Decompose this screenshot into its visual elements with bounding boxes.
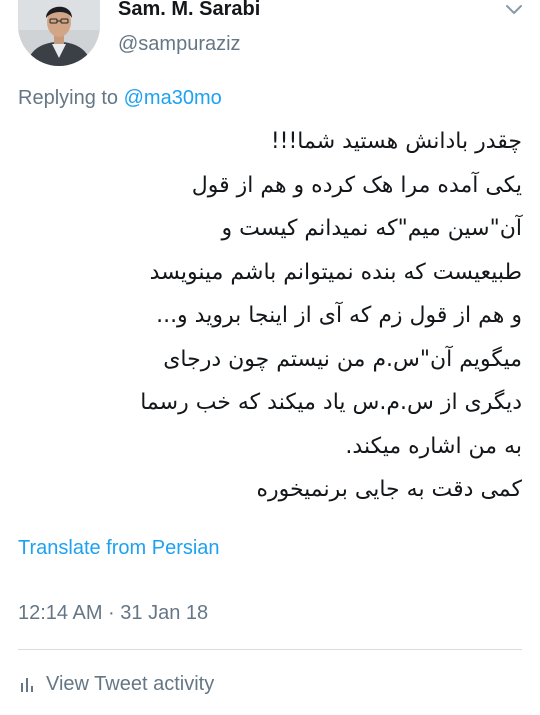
avatar-photo [18, 0, 100, 66]
tweet-text-line: کمی دقت به جایی برنمیخوره [256, 477, 522, 502]
author-display-name[interactable]: Sam. M. Sarabi [118, 0, 260, 21]
tweet-text-line: یکی آمده مرا هک کرده و هم از قول [191, 172, 522, 198]
tweet-timestamp[interactable]: 12:14 AM · 31 Jan 18 [18, 602, 208, 625]
avatar[interactable] [18, 0, 100, 66]
replying-to: Replying to @ma30mo [18, 87, 222, 110]
tweet-text-line: و هم از قول زم که آی از اینجا بروید و... [156, 303, 522, 328]
chevron-down-icon[interactable] [502, 0, 526, 20]
view-tweet-activity-button[interactable]: View Tweet activity [18, 671, 214, 697]
tweet-text-line: به من اشاره میکند. [345, 433, 522, 459]
tweet-text-line: میگویم آن"س.م من نیستم چون درجای [163, 346, 522, 372]
tweet-text-line: آن"سین میم"که نمیدانم کیست و [221, 216, 522, 241]
tweet-text-line: دیگری از س.م.س یاد میکند که خب رسما [140, 390, 522, 415]
translate-link[interactable]: Translate from Persian [18, 537, 220, 560]
tweet-text: چقدر بادانش هستید شما!!! یکی آمده مرا هک… [16, 120, 522, 512]
bar-chart-icon [18, 674, 38, 694]
author-handle[interactable]: @sampuraziz [118, 33, 241, 56]
replying-to-label: Replying to [18, 87, 119, 109]
tweet-text-line: طبیعیست که بنده نمیتوانم باشم مینویسد [149, 259, 522, 285]
tweet-text-line: چقدر بادانش هستید شما!!! [270, 129, 522, 154]
divider [18, 649, 522, 650]
tweet-detail: Sam. M. Sarabi @sampuraziz Replying to @… [0, 0, 540, 715]
reply-mention-link[interactable]: @ma30mo [124, 87, 222, 109]
view-tweet-activity-label: View Tweet activity [46, 672, 215, 695]
